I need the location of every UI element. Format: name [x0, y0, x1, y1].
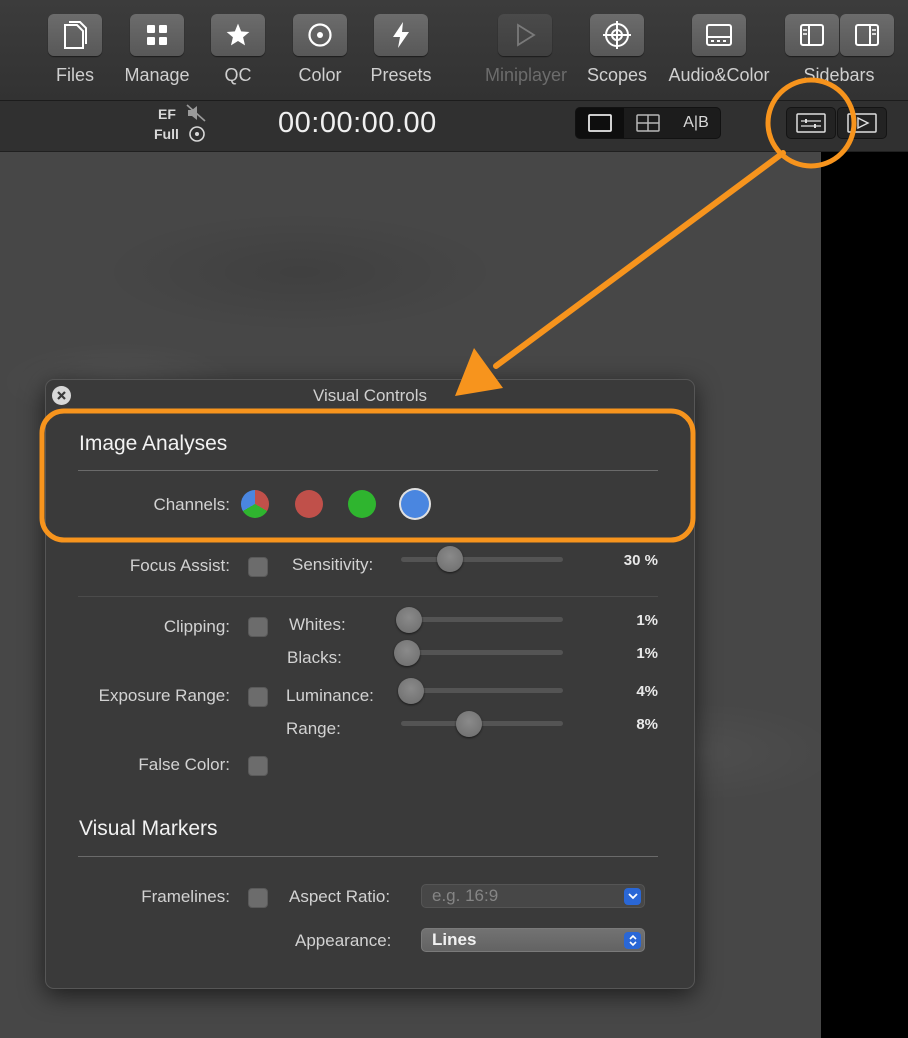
whites-value: 1%: [636, 612, 658, 629]
clipping-checkbox[interactable]: [248, 617, 268, 637]
left-sidebar-icon: [800, 24, 824, 46]
blacks-value: 1%: [636, 645, 658, 662]
sensitivity-slider-thumb[interactable]: [436, 546, 463, 572]
chevron-down-icon: [627, 893, 638, 900]
document-icon: [64, 21, 87, 49]
scopes-label: Scopes: [586, 65, 648, 85]
ab-compare-button[interactable]: A|B: [672, 108, 720, 138]
scopes-button[interactable]: [590, 14, 644, 56]
luminance-label: Luminance:: [286, 686, 374, 705]
focus-divider: [78, 596, 658, 597]
manage-button[interactable]: [130, 14, 184, 56]
miniplayer-toggle-button[interactable]: [837, 107, 887, 139]
appearance-select[interactable]: Lines: [421, 928, 645, 952]
whites-slider-track[interactable]: [401, 617, 563, 622]
viewer-bar: EF Full 00:00:00.00 A|B: [0, 101, 908, 152]
visual-markers-divider: [78, 856, 658, 857]
panel-icon: [706, 24, 732, 46]
mute-icon[interactable]: [186, 104, 206, 122]
audio-color-button[interactable]: [692, 14, 746, 56]
clipping-label: Clipping:: [163, 617, 230, 636]
channel-red-button[interactable]: [295, 490, 323, 518]
presets-button[interactable]: [374, 14, 428, 56]
play-box-icon: [847, 113, 877, 133]
range-slider-thumb[interactable]: [456, 711, 483, 737]
range-value: 8%: [636, 716, 658, 733]
whites-slider-thumb[interactable]: [396, 607, 423, 633]
sensitivity-label: Sensitivity:: [292, 555, 374, 574]
right-sidebar-button[interactable]: [840, 14, 894, 56]
color-label: Color: [298, 65, 342, 85]
exposure-range-label: Exposure Range:: [98, 686, 230, 705]
audio-color-label: Audio&Color: [668, 65, 770, 85]
miniplayer-label: Miniplayer: [484, 65, 568, 85]
bolt-icon: [393, 22, 409, 48]
focus-assist-label: Focus Assist:: [129, 556, 230, 575]
view-mode-segmented-control: A|B: [575, 107, 721, 139]
single-view-button[interactable]: [576, 108, 624, 138]
color-circle-icon: [308, 23, 332, 47]
sliders-icon: [796, 113, 826, 133]
files-label: Files: [55, 65, 95, 85]
quad-view-button[interactable]: [624, 108, 672, 138]
luminance-slider-track[interactable]: [401, 688, 563, 693]
aspect-ratio-placeholder: e.g. 16:9: [432, 886, 499, 905]
channels-label: Channels:: [153, 495, 230, 514]
sensitivity-slider-track[interactable]: [401, 557, 563, 562]
focus-assist-checkbox[interactable]: [248, 557, 268, 577]
qc-label: QC: [224, 65, 252, 85]
image-analyses-divider: [78, 470, 658, 471]
aspect-ratio-label: Aspect Ratio:: [289, 887, 391, 906]
letterbox-area: [821, 152, 908, 1038]
appearance-label: Appearance:: [295, 931, 392, 950]
panel-title-bar[interactable]: Visual Controls: [46, 380, 694, 412]
appearance-value: Lines: [432, 930, 477, 949]
timecode-display: 00:00:00.00: [278, 107, 437, 139]
visual-markers-heading: Visual Markers: [79, 817, 218, 840]
miniplayer-button[interactable]: [498, 14, 552, 56]
right-sidebar-icon: [855, 24, 879, 46]
full-label: Full: [154, 126, 179, 142]
star-icon: [226, 23, 250, 46]
blacks-slider-track[interactable]: [401, 650, 563, 655]
framelines-checkbox[interactable]: [248, 888, 268, 908]
left-sidebar-button[interactable]: [785, 14, 839, 56]
color-button[interactable]: [293, 14, 347, 56]
single-view-icon: [588, 114, 612, 132]
sensitivity-value: 30 %: [623, 552, 658, 569]
channel-green-button[interactable]: [348, 490, 376, 518]
up-down-chevron-icon: [628, 934, 637, 947]
luminance-value: 4%: [636, 683, 658, 700]
panel-title: Visual Controls: [312, 386, 428, 405]
appearance-stepper-button[interactable]: [624, 932, 641, 949]
luminance-slider-thumb[interactable]: [397, 678, 424, 704]
aspect-ratio-combobox[interactable]: e.g. 16:9: [421, 884, 645, 908]
quad-view-icon: [636, 114, 660, 132]
ef-label: EF: [158, 106, 176, 122]
manage-label: Manage: [124, 65, 190, 85]
whites-label: Whites:: [289, 615, 346, 634]
play-icon: [517, 23, 536, 47]
exposure-range-checkbox[interactable]: [248, 687, 268, 707]
false-color-label: False Color:: [138, 755, 230, 774]
channel-blue-button[interactable]: [401, 490, 429, 518]
false-color-checkbox[interactable]: [248, 756, 268, 776]
framelines-label: Framelines:: [141, 887, 230, 906]
files-button[interactable]: [48, 14, 102, 56]
grid-icon: [147, 25, 167, 45]
aspect-ratio-dropdown-button[interactable]: [624, 888, 641, 905]
main-toolbar: Files Manage QC Color Presets Miniplayer: [0, 0, 908, 101]
zoom-circle-icon[interactable]: [188, 125, 206, 143]
range-label: Range:: [286, 719, 341, 738]
blacks-slider-thumb[interactable]: [394, 640, 421, 666]
sidebars-label: Sidebars: [803, 65, 875, 85]
image-analyses-heading: Image Analyses: [79, 432, 228, 455]
visual-controls-button[interactable]: [786, 107, 836, 139]
visual-controls-panel: Visual Controls Image Analyses Channels:…: [45, 379, 695, 989]
presets-label: Presets: [370, 65, 432, 85]
blacks-label: Blacks:: [287, 648, 342, 667]
qc-button[interactable]: [211, 14, 265, 56]
crosshair-icon: [603, 21, 631, 49]
channel-rgb-button[interactable]: [241, 490, 269, 518]
